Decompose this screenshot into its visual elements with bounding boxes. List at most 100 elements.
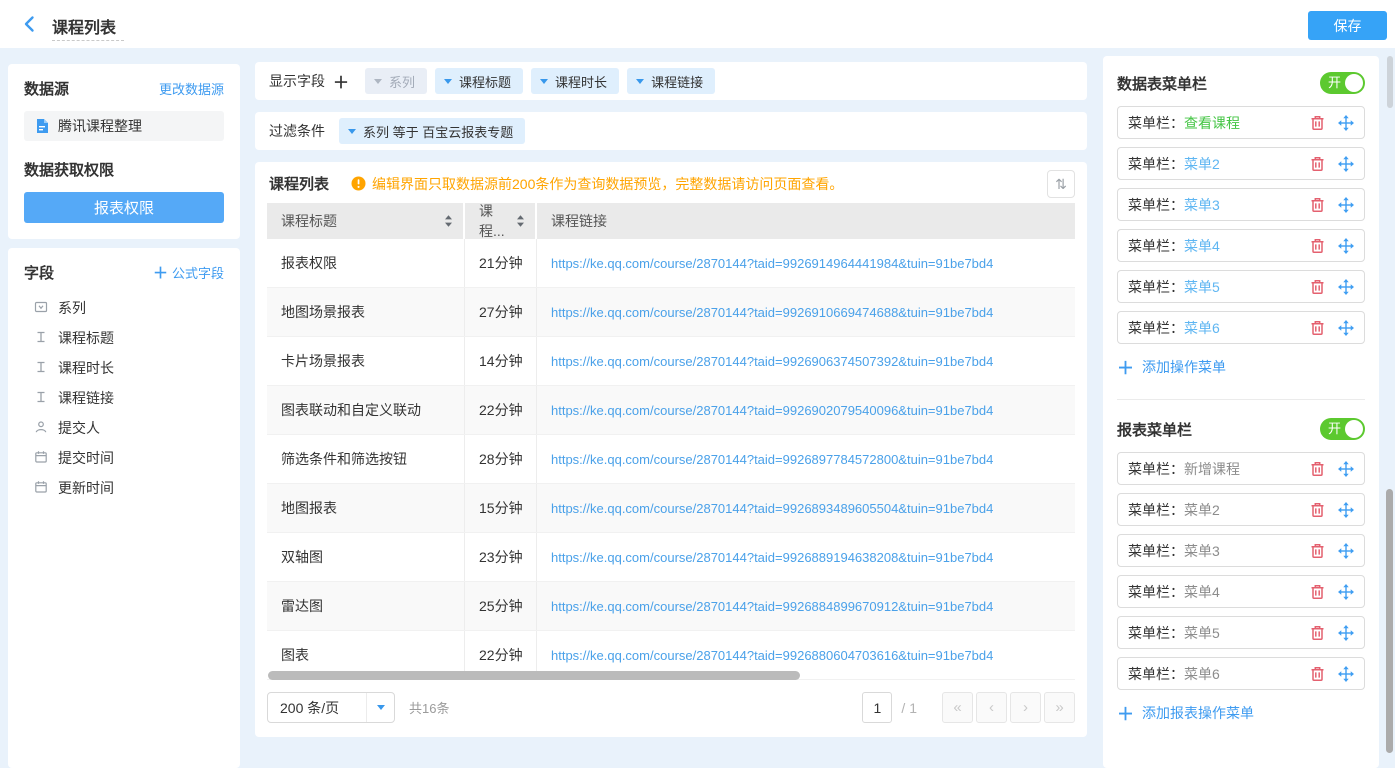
trash-icon[interactable] — [1310, 625, 1325, 641]
course-link[interactable]: https://ke.qq.com/course/2870144?taid=99… — [551, 501, 993, 516]
add-link-label: 添加报表操作菜单 — [1142, 703, 1254, 723]
course-link[interactable]: https://ke.qq.com/course/2870144?taid=99… — [551, 354, 993, 369]
next-page-icon[interactable]: › — [1010, 692, 1041, 723]
datasource-item[interactable]: 腾讯课程整理 — [24, 111, 224, 141]
trash-icon[interactable] — [1310, 238, 1325, 254]
course-link[interactable]: https://ke.qq.com/course/2870144?taid=99… — [551, 256, 993, 271]
display-field-chip[interactable]: 课程标题 — [435, 68, 523, 94]
course-link[interactable]: https://ke.qq.com/course/2870144?taid=99… — [551, 599, 993, 614]
section-toggle[interactable]: 开 — [1320, 72, 1365, 94]
move-icon[interactable] — [1338, 320, 1354, 336]
add-formula-field-link[interactable]: ＋公式字段 — [153, 262, 224, 283]
trash-icon[interactable] — [1310, 502, 1325, 518]
column-sort-icon[interactable] — [444, 214, 453, 228]
move-icon[interactable] — [1338, 584, 1354, 600]
menu-item: 菜单栏：菜单3 — [1117, 534, 1365, 567]
menu-item-value[interactable]: 菜单5 — [1184, 623, 1220, 643]
move-icon[interactable] — [1338, 502, 1354, 518]
move-icon[interactable] — [1338, 461, 1354, 477]
trash-icon[interactable] — [1310, 156, 1325, 172]
trash-icon[interactable] — [1310, 197, 1325, 213]
menu-item-value[interactable]: 菜单5 — [1184, 277, 1220, 297]
course-link[interactable]: https://ke.qq.com/course/2870144?taid=99… — [551, 403, 993, 418]
trash-icon[interactable] — [1310, 461, 1325, 477]
menu-item-value[interactable]: 查看课程 — [1184, 113, 1240, 133]
trash-icon[interactable] — [1310, 584, 1325, 600]
move-icon[interactable] — [1338, 115, 1354, 131]
top-scrollbar-thumb[interactable] — [1387, 56, 1393, 108]
vertical-scrollbar-thumb[interactable] — [1386, 489, 1393, 753]
menu-item-value[interactable]: 菜单3 — [1184, 541, 1220, 561]
move-icon[interactable] — [1338, 156, 1354, 172]
chip-label: 课程标题 — [459, 72, 511, 91]
trash-icon[interactable] — [1310, 115, 1325, 131]
menu-item-value[interactable]: 新增课程 — [1184, 459, 1240, 479]
display-field-chip[interactable]: 课程链接 — [627, 68, 715, 94]
field-item[interactable]: 课程时长 — [24, 353, 224, 383]
move-icon[interactable] — [1338, 666, 1354, 682]
menu-item-prefix: 菜单栏： — [1128, 318, 1184, 338]
filter-condition-chip[interactable]: 系列 等于 百宝云报表专题 — [339, 118, 525, 144]
course-link[interactable]: https://ke.qq.com/course/2870144?taid=99… — [551, 648, 993, 663]
menu-item-value[interactable]: 菜单2 — [1184, 154, 1220, 174]
field-item[interactable]: 提交人 — [24, 413, 224, 443]
move-icon[interactable] — [1338, 197, 1354, 213]
column-sort-icon[interactable] — [516, 214, 525, 228]
move-icon[interactable] — [1338, 279, 1354, 295]
last-page-icon[interactable]: » — [1044, 692, 1075, 723]
column-header[interactable]: 课程标题 — [267, 203, 465, 239]
menu-item-value[interactable]: 菜单6 — [1184, 318, 1220, 338]
add-action-menu-link[interactable]: ＋添加操作菜单 — [1117, 354, 1365, 379]
course-link[interactable]: https://ke.qq.com/course/2870144?taid=99… — [551, 550, 993, 565]
row-order-button[interactable]: ⇅ — [1047, 170, 1075, 198]
page-number-input[interactable]: 1 — [862, 692, 892, 723]
title-underline — [52, 40, 124, 41]
trash-icon[interactable] — [1310, 320, 1325, 336]
menu-item-prefix: 菜单栏： — [1128, 277, 1184, 297]
course-link-cell: https://ke.qq.com/course/2870144?taid=99… — [537, 484, 1075, 532]
display-field-chip[interactable]: 系列 — [365, 68, 427, 94]
menu-item-prefix: 菜单栏： — [1128, 113, 1184, 133]
display-field-chip[interactable]: 课程时长 — [531, 68, 619, 94]
trash-icon[interactable] — [1310, 543, 1325, 559]
column-header-label: 课程链接 — [551, 211, 607, 231]
field-item[interactable]: 更新时间 — [24, 473, 224, 503]
field-item[interactable]: 系列 — [24, 293, 224, 323]
course-link[interactable]: https://ke.qq.com/course/2870144?taid=99… — [551, 305, 993, 320]
menu-item-value[interactable]: 菜单4 — [1184, 582, 1220, 602]
chevron-down-icon — [366, 693, 394, 722]
course-link-cell: https://ke.qq.com/course/2870144?taid=99… — [537, 239, 1075, 287]
back-button[interactable] — [20, 14, 40, 34]
menu-item-value[interactable]: 菜单4 — [1184, 236, 1220, 256]
move-icon[interactable] — [1338, 543, 1354, 559]
save-button[interactable]: 保存 — [1308, 11, 1387, 40]
add-display-field-icon[interactable]: ＋ — [333, 69, 349, 93]
field-item-label: 课程链接 — [58, 388, 114, 408]
add-report-action-menu-link[interactable]: ＋添加报表操作菜单 — [1117, 700, 1365, 725]
move-icon[interactable] — [1338, 625, 1354, 641]
course-link[interactable]: https://ke.qq.com/course/2870144?taid=99… — [551, 452, 993, 467]
column-header[interactable]: 课程... — [465, 203, 537, 239]
trash-icon[interactable] — [1310, 279, 1325, 295]
field-item[interactable]: 课程标题 — [24, 323, 224, 353]
menu-item-value[interactable]: 菜单2 — [1184, 500, 1220, 520]
move-icon[interactable] — [1338, 238, 1354, 254]
menu-item-value[interactable]: 菜单6 — [1184, 664, 1220, 684]
field-item[interactable]: 提交时间 — [24, 443, 224, 473]
trash-icon[interactable] — [1310, 666, 1325, 682]
menu-item: 菜单栏：菜单3 — [1117, 188, 1365, 221]
calendar-icon — [34, 480, 48, 497]
field-item[interactable]: 课程链接 — [24, 383, 224, 413]
menu-item-prefix: 菜单栏： — [1128, 541, 1184, 561]
section-toggle[interactable]: 开 — [1320, 418, 1365, 440]
menu-item-value[interactable]: 菜单3 — [1184, 195, 1220, 215]
field-item-label: 课程时长 — [58, 358, 114, 378]
first-page-icon[interactable]: « — [942, 692, 973, 723]
table-row: 雷达图25分钟https://ke.qq.com/course/2870144?… — [267, 582, 1075, 631]
preview-warning: 编辑界面只取数据源前200条作为查询数据预览，完整数据请访问页面查看。 — [351, 174, 843, 194]
page-size-select[interactable]: 200 条/页 — [267, 692, 395, 723]
report-permission-button[interactable]: 报表权限 — [24, 192, 224, 223]
prev-page-icon[interactable]: ‹ — [976, 692, 1007, 723]
horizontal-scrollbar-thumb[interactable] — [268, 671, 800, 680]
change-datasource-link[interactable]: 更改数据源 — [159, 79, 224, 98]
